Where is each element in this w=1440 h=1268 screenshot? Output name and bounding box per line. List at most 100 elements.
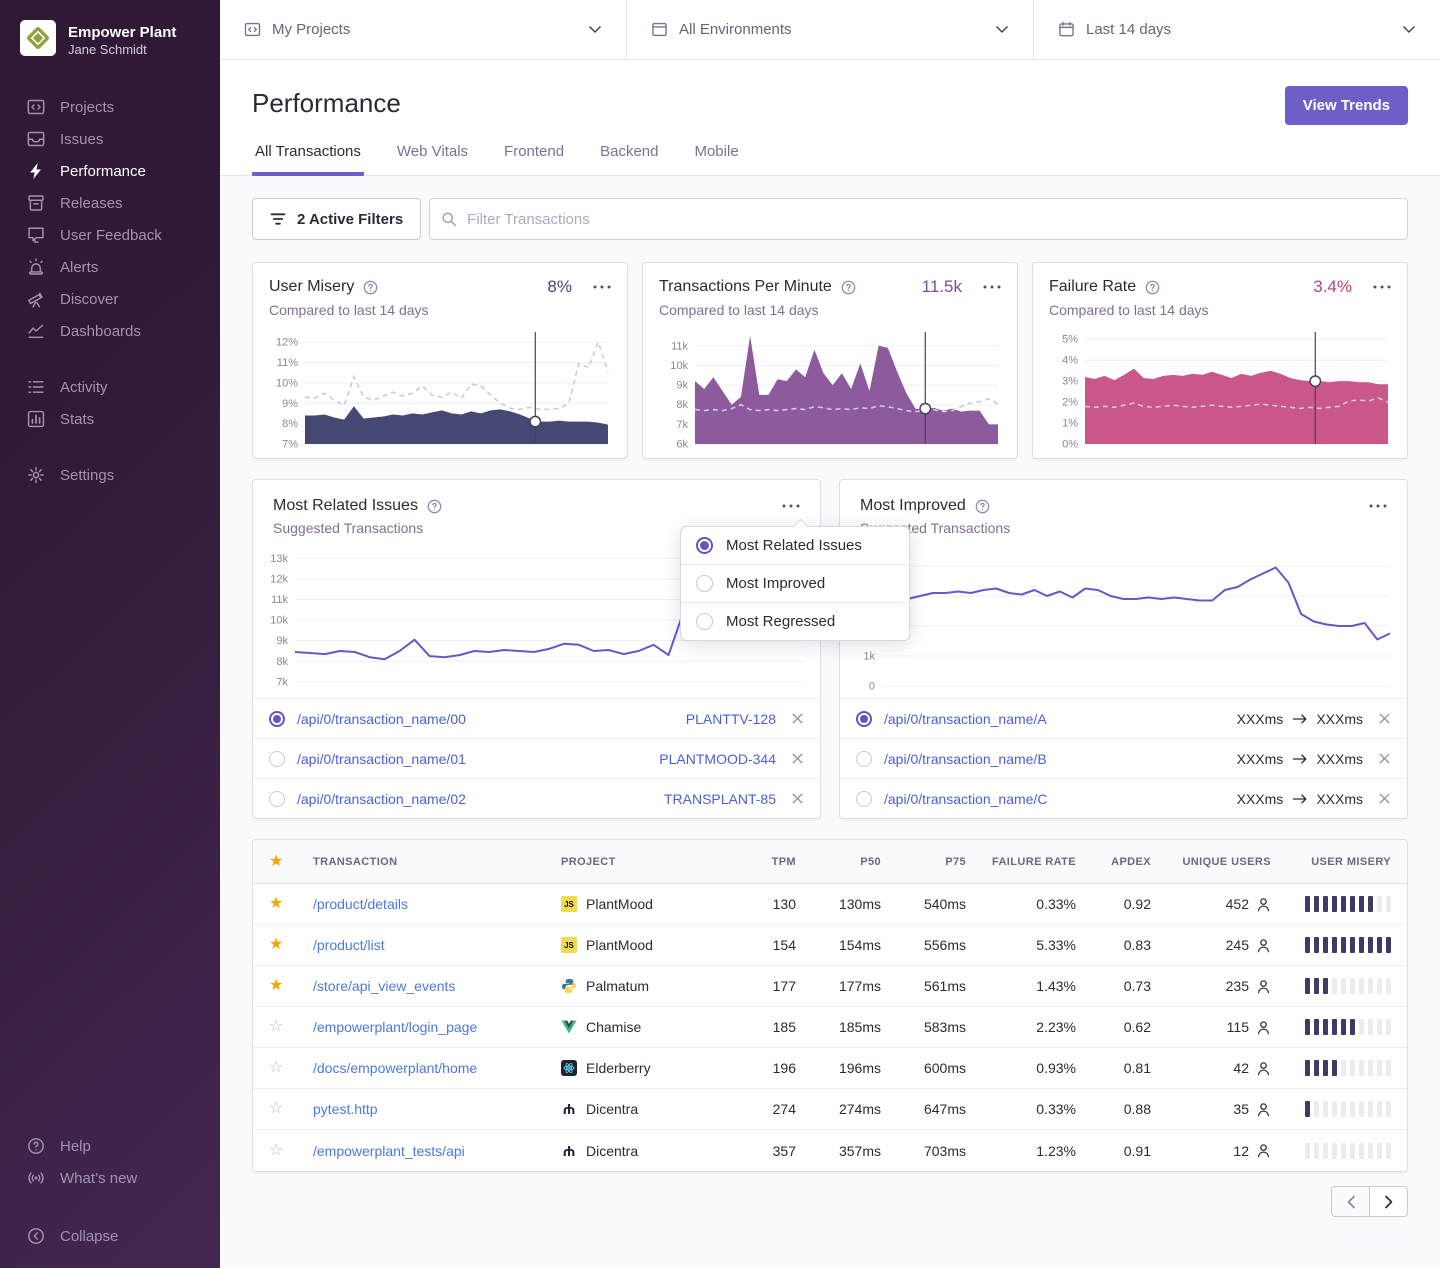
context-menu-button[interactable] <box>983 283 1001 291</box>
duration-change: XXXmsXXXms <box>1237 751 1363 767</box>
star-filled-icon[interactable]: ★ <box>269 978 313 994</box>
svg-text:4%: 4% <box>1062 355 1078 367</box>
tpm-cell: 196 <box>726 1060 796 1076</box>
card-value: 8% <box>547 277 572 297</box>
sidebar-item-performance[interactable]: Performance <box>0 155 220 187</box>
transaction-link[interactable]: /empowerplant/login_page <box>313 1019 477 1035</box>
context-menu-button[interactable] <box>1373 283 1391 291</box>
issue-tag-link[interactable]: TRANSPLANT-85 <box>664 791 776 807</box>
misery-bar <box>1314 896 1319 912</box>
transaction-link[interactable]: pytest.http <box>313 1101 378 1117</box>
transaction-cell: /store/api_view_events <box>313 978 561 994</box>
tab-frontend[interactable]: Frontend <box>501 139 567 176</box>
tab-all-transactions[interactable]: All Transactions <box>252 139 364 176</box>
transaction-link[interactable]: /api/0/transaction_name/C <box>884 791 1047 807</box>
transaction-link[interactable]: /api/0/transaction_name/02 <box>297 791 466 807</box>
card-subtitle: Compared to last 14 days <box>269 302 611 318</box>
radio-button[interactable] <box>696 613 713 630</box>
star-outline-icon[interactable]: ☆ <box>269 1143 313 1159</box>
previous-page-button[interactable] <box>1331 1186 1370 1217</box>
sidebar-item-settings[interactable]: Settings <box>0 459 220 491</box>
transaction-link[interactable]: /api/0/transaction_name/01 <box>297 751 466 767</box>
sidebar-item-user-feedback[interactable]: User Feedback <box>0 219 220 251</box>
menu-option-most-related-issues[interactable]: Most Related Issues <box>681 527 909 564</box>
sidebar-item-what-s-new[interactable]: What’s new <box>0 1162 220 1194</box>
tab-mobile[interactable]: Mobile <box>691 139 741 176</box>
sidebar-item-projects[interactable]: Projects <box>0 91 220 123</box>
close-icon[interactable] <box>1378 712 1391 725</box>
transaction-link[interactable]: /product/list <box>313 937 385 953</box>
active-filters-button[interactable]: 2 Active Filters <box>252 198 421 240</box>
help-icon[interactable] <box>841 280 856 295</box>
close-icon[interactable] <box>791 752 804 765</box>
sidebar-item-discover[interactable]: Discover <box>0 283 220 315</box>
date-range-selector[interactable]: Last 14 days <box>1033 0 1440 59</box>
svg-text:12%: 12% <box>276 337 298 349</box>
menu-option-most-regressed[interactable]: Most Regressed <box>681 602 909 640</box>
project-selector[interactable]: My Projects <box>220 0 626 59</box>
transaction-link[interactable]: /api/0/transaction_name/B <box>884 751 1047 767</box>
page-header: Performance View Trends All Transactions… <box>220 60 1440 176</box>
menu-option-most-improved[interactable]: Most Improved <box>681 564 909 602</box>
sidebar-item-stats[interactable]: Stats <box>0 403 220 435</box>
user-misery-bars <box>1271 1019 1391 1035</box>
card-value: 11.5k <box>922 277 962 297</box>
misery-bar <box>1359 1101 1364 1117</box>
view-trends-button[interactable]: View Trends <box>1285 86 1408 125</box>
context-menu-button[interactable] <box>782 502 800 510</box>
transaction-link[interactable]: /product/details <box>313 896 408 912</box>
most-related-issues-card: Most Related Issues Suggested Transactio… <box>252 479 821 819</box>
misery-bar <box>1386 1143 1391 1159</box>
context-menu-button[interactable] <box>593 283 611 291</box>
star-outline-icon[interactable]: ☆ <box>269 1019 313 1035</box>
help-icon[interactable] <box>975 499 990 514</box>
sidebar-item-help[interactable]: Help <box>0 1130 220 1162</box>
help-icon[interactable] <box>1145 280 1160 295</box>
sidebar-item-releases[interactable]: Releases <box>0 187 220 219</box>
transaction-link[interactable]: /docs/empowerplant/home <box>313 1060 477 1076</box>
tab-backend[interactable]: Backend <box>597 139 661 176</box>
close-icon[interactable] <box>1378 792 1391 805</box>
misery-bar <box>1341 1019 1346 1035</box>
star-outline-icon[interactable]: ☆ <box>269 1060 313 1076</box>
transaction-link[interactable]: /api/0/transaction_name/00 <box>297 711 466 727</box>
transaction-link[interactable]: /store/api_view_events <box>313 978 455 994</box>
next-page-button[interactable] <box>1369 1186 1408 1217</box>
close-icon[interactable] <box>791 712 804 725</box>
star-outline-icon[interactable]: ☆ <box>269 1101 313 1117</box>
radio-button[interactable] <box>269 711 285 727</box>
radio-button[interactable] <box>856 791 872 807</box>
search-input[interactable] <box>429 198 1408 240</box>
sidebar-collapse-button[interactable]: Collapse <box>0 1220 220 1252</box>
performance-icon <box>27 162 45 180</box>
tab-web-vitals[interactable]: Web Vitals <box>394 139 471 176</box>
sidebar-item-alerts[interactable]: Alerts <box>0 251 220 283</box>
help-icon[interactable] <box>427 499 442 514</box>
unique-users-count: 35 <box>1233 1101 1249 1117</box>
sidebar-item-dashboards[interactable]: Dashboards <box>0 315 220 347</box>
context-menu-button[interactable] <box>1369 502 1387 510</box>
column-header-p50: P50 <box>796 856 881 868</box>
close-icon[interactable] <box>1378 752 1391 765</box>
radio-button[interactable] <box>269 751 285 767</box>
radio-button[interactable] <box>856 711 872 727</box>
issue-tag-link[interactable]: PLANTTV-128 <box>686 711 776 727</box>
radio-button[interactable] <box>696 575 713 592</box>
radio-button[interactable] <box>696 537 713 554</box>
transaction-link[interactable]: /empowerplant_tests/api <box>313 1143 465 1159</box>
radio-button[interactable] <box>269 791 285 807</box>
org-switcher[interactable]: Empower Plant Jane Schmidt <box>0 16 220 65</box>
issue-tag-link[interactable]: PLANTMOOD-344 <box>659 751 776 767</box>
transaction-link[interactable]: /api/0/transaction_name/A <box>884 711 1047 727</box>
tpm-cell: 357 <box>726 1143 796 1159</box>
radio-button[interactable] <box>856 751 872 767</box>
sidebar-item-activity[interactable]: Activity <box>0 371 220 403</box>
environment-selector[interactable]: All Environments <box>626 0 1033 59</box>
active-filters-label: 2 Active Filters <box>297 211 403 228</box>
star-filled-icon[interactable]: ★ <box>269 937 313 953</box>
help-icon[interactable] <box>363 280 378 295</box>
svg-text:9k: 9k <box>676 380 688 392</box>
close-icon[interactable] <box>791 792 804 805</box>
sidebar-item-issues[interactable]: Issues <box>0 123 220 155</box>
star-filled-icon[interactable]: ★ <box>269 896 313 912</box>
